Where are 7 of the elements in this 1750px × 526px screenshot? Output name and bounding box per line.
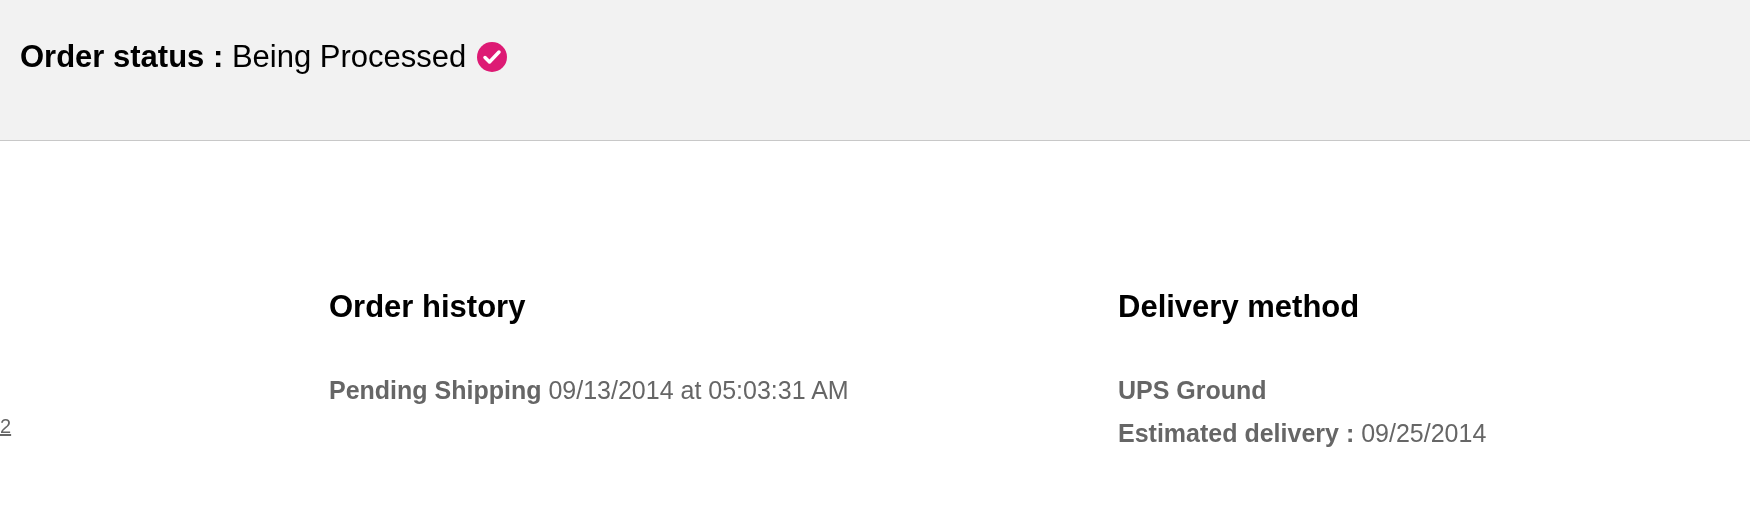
carrier-name: UPS Ground	[1118, 375, 1268, 405]
order-history-heading: Order history	[329, 289, 527, 325]
order-status-text: Order status : Being Processed	[20, 39, 467, 75]
delivery-method-heading: Delivery method	[1118, 289, 1361, 325]
page-link[interactable]: 2	[0, 415, 12, 437]
estimated-delivery: Estimated delivery : 09/25/2014	[1118, 418, 1488, 448]
history-entry: Pending Shipping 09/13/2014 at 05:03:31 AM	[329, 375, 850, 405]
